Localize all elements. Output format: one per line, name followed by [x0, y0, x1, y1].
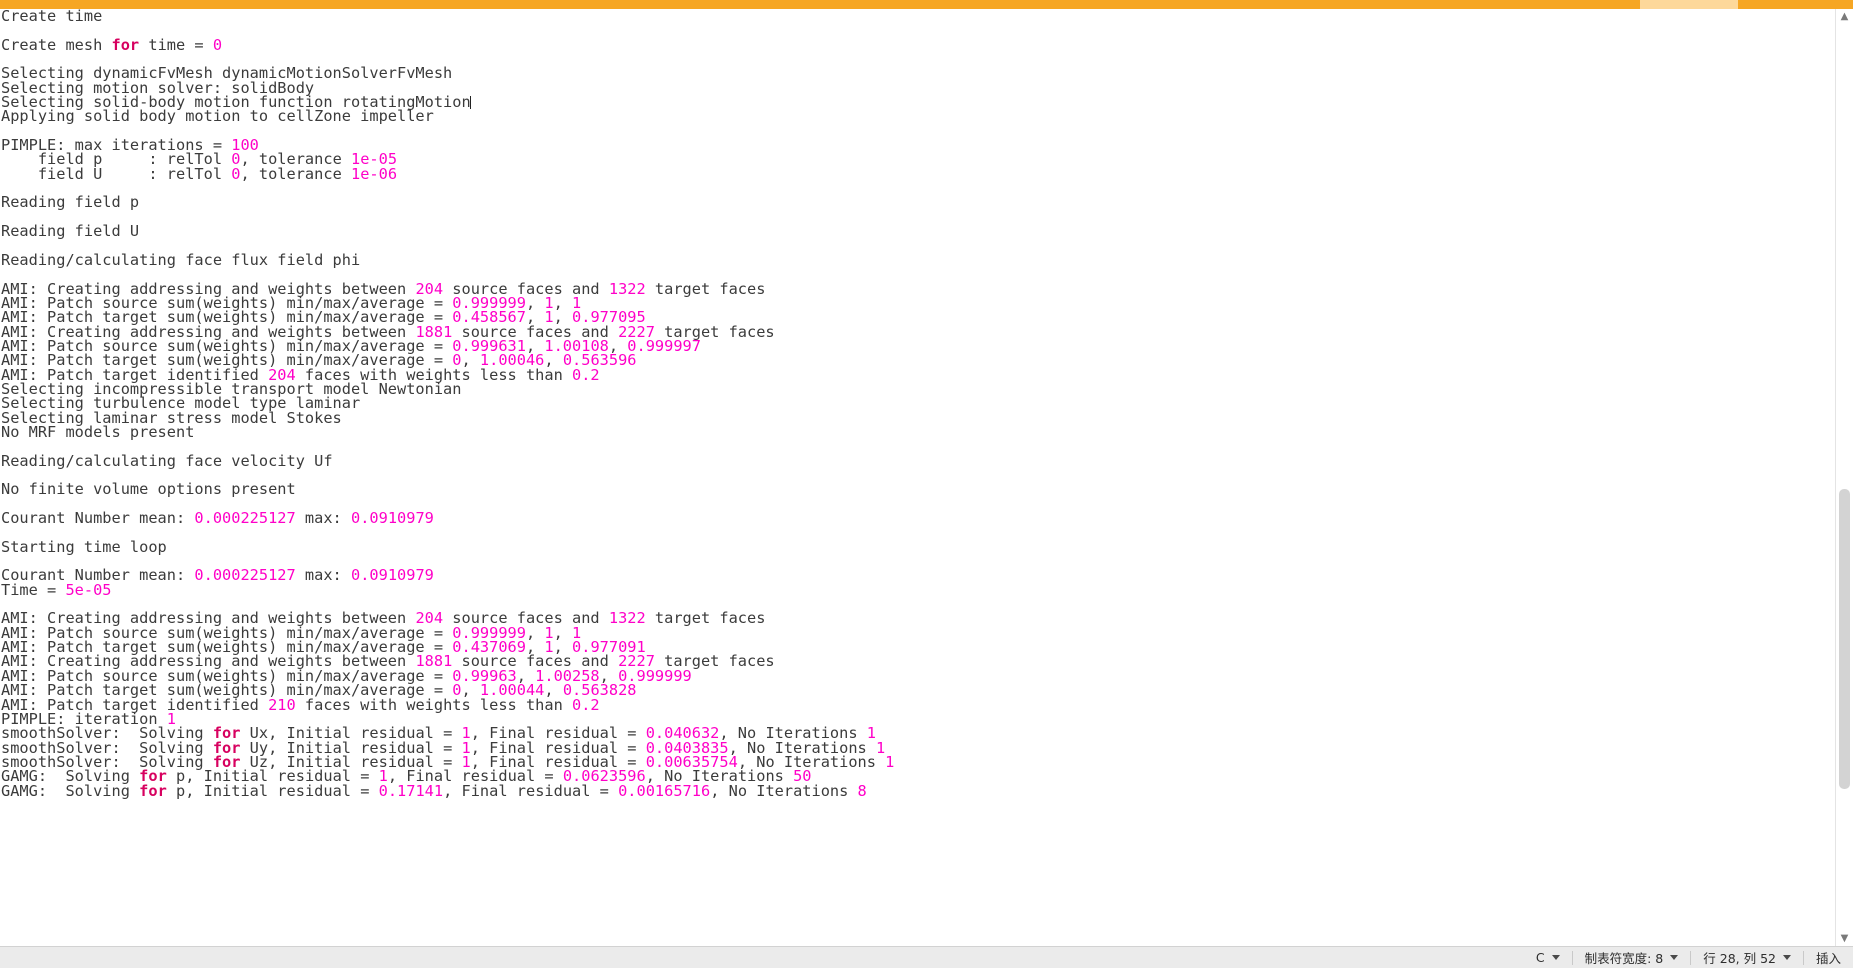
status-bar: C 制表符宽度: 8 行 28, 列 52 插入: [0, 946, 1853, 968]
tab-width-label: 制表符宽度: 8: [1585, 948, 1664, 967]
insert-mode-indicator[interactable]: 插入: [1804, 947, 1853, 968]
tab-width-selector[interactable]: 制表符宽度: 8: [1573, 947, 1691, 968]
scrollbar-thumb[interactable]: [1839, 489, 1850, 789]
title-bar-spacer: [0, 0, 1640, 9]
log-line: Applying solid body motion to cellZone i…: [1, 109, 1836, 123]
chevron-down-icon: [1783, 955, 1791, 960]
chevron-down-icon: [1552, 955, 1560, 960]
log-line: Courant Number mean: 0.000225127 max: 0.…: [1, 511, 1836, 525]
log-line: [1, 525, 1836, 539]
log-text[interactable]: Create time Create mesh for time = 0 Sel…: [0, 9, 1836, 798]
language-label: C: [1536, 950, 1545, 965]
log-line: AMI: Patch target identified 210 faces w…: [1, 698, 1836, 712]
vertical-scrollbar[interactable]: ▲ ▼: [1835, 9, 1853, 947]
language-selector[interactable]: C: [1524, 947, 1572, 968]
log-line: Reading/calculating face velocity Uf: [1, 454, 1836, 468]
log-line: [1, 181, 1836, 195]
title-bar-right: [1738, 0, 1853, 9]
log-line: Selecting laminar stress model Stokes: [1, 411, 1836, 425]
log-line: field U : relTol 0, tolerance 1e-06: [1, 167, 1836, 181]
insert-mode-label: 插入: [1816, 948, 1841, 967]
log-line: Starting time loop: [1, 540, 1836, 554]
log-line: Reading field p: [1, 195, 1836, 209]
cursor-position-indicator[interactable]: 行 28, 列 52: [1691, 947, 1803, 968]
title-bar-tab-highlight[interactable]: [1640, 0, 1738, 9]
log-line: Reading field U: [1, 224, 1836, 238]
chevron-down-icon: [1670, 955, 1678, 960]
log-line: Create time: [1, 9, 1836, 23]
scroll-up-arrow-icon[interactable]: ▲: [1836, 9, 1853, 25]
terminal-output-pane[interactable]: Create time Create mesh for time = 0 Sel…: [0, 9, 1836, 947]
log-line: Time = 5e-05: [1, 583, 1836, 597]
log-line: [1, 124, 1836, 138]
log-line: [1, 23, 1836, 37]
log-line: GAMG: Solving for p, Initial residual = …: [1, 784, 1836, 798]
log-line: [1, 210, 1836, 224]
window-title-bar: [0, 0, 1853, 9]
log-line: Reading/calculating face flux field phi: [1, 253, 1836, 267]
scroll-down-arrow-icon[interactable]: ▼: [1836, 931, 1853, 947]
log-line: No finite volume options present: [1, 482, 1836, 496]
log-line: Create mesh for time = 0: [1, 38, 1836, 52]
log-line: No MRF models present: [1, 425, 1836, 439]
log-line: Courant Number mean: 0.000225127 max: 0.…: [1, 568, 1836, 582]
cursor-position-label: 行 28, 列 52: [1703, 948, 1776, 967]
